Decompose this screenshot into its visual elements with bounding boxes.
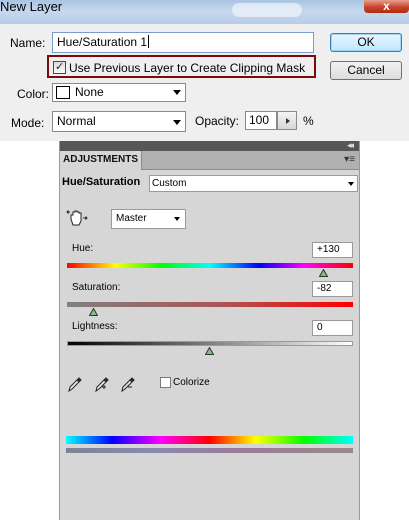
hue-slider-thumb[interactable] <box>319 269 328 277</box>
panel-menu-icon[interactable]: ▾≡ <box>344 154 355 166</box>
lightness-label: Lightness: <box>72 321 118 332</box>
clipping-mask-label[interactable]: Use Previous Layer to Create Clipping Ma… <box>69 61 305 75</box>
saturation-slider-track[interactable] <box>67 302 353 307</box>
titlebar-glow <box>232 3 302 17</box>
color-select[interactable]: None <box>52 83 186 102</box>
color-label: Color: <box>17 87 50 101</box>
eyedropper-plus-icon[interactable] <box>93 375 111 393</box>
ok-button-label: OK <box>357 35 375 49</box>
preset-select[interactable]: Custom <box>149 175 358 192</box>
close-icon: x <box>383 0 390 13</box>
lightness-input[interactable]: 0 <box>312 320 353 336</box>
clipping-mask-checkbox[interactable]: ✓ <box>53 61 66 74</box>
adjustments-panel: ◂◂ ADJUSTMENTS ▾≡ Hue/Saturation Custom … <box>59 139 360 520</box>
checkmark-icon: ✓ <box>55 61 65 73</box>
hue-value: +130 <box>317 244 340 255</box>
mode-label: Mode: <box>11 116 45 130</box>
eyedropper-minus-icon[interactable] <box>119 375 137 393</box>
layer-name-value: Hue/Saturation 1 <box>57 35 148 49</box>
opacity-slider-button[interactable] <box>277 111 297 130</box>
layer-name-input[interactable]: Hue/Saturation 1 <box>52 32 314 53</box>
color-select-value: None <box>75 85 104 99</box>
collapse-icon[interactable]: ◂◂ <box>347 139 354 151</box>
arrow-right-icon <box>286 118 290 124</box>
input-color-bar <box>66 436 353 444</box>
chevron-down-icon <box>173 120 181 125</box>
eyedropper-icon[interactable] <box>66 375 84 393</box>
chevron-down-icon <box>173 90 181 95</box>
new-layer-dialog: New Layer x Name: Hue/Saturation 1 ✓ Use… <box>0 0 409 141</box>
opacity-label: Opacity: <box>195 114 240 128</box>
lightness-slider-thumb[interactable] <box>205 347 214 355</box>
hand-adjust-icon[interactable] <box>66 209 88 227</box>
panel-topbar: ◂◂ <box>60 139 359 151</box>
chevron-down-icon <box>174 217 180 221</box>
close-button[interactable]: x <box>364 0 409 13</box>
blend-mode-value: Normal <box>57 114 96 128</box>
dialog-titlebar[interactable]: New Layer x <box>0 0 409 24</box>
tab-adjustments[interactable]: ADJUSTMENTS <box>60 151 142 170</box>
blend-mode-select[interactable]: Normal <box>52 111 186 132</box>
chevron-down-icon <box>348 182 354 186</box>
opacity-value: 100 <box>249 113 270 127</box>
hue-label: Hue: <box>72 243 94 254</box>
preset-value: Custom <box>152 178 187 189</box>
panel-tab-row: ADJUSTMENTS ▾≡ <box>60 151 359 170</box>
ok-button[interactable]: OK <box>330 33 402 52</box>
hue-input[interactable]: +130 <box>312 242 353 258</box>
lightness-value: 0 <box>317 322 323 333</box>
cancel-button[interactable]: Cancel <box>330 61 402 80</box>
output-color-bar <box>66 448 353 453</box>
channel-value: Master <box>116 213 147 224</box>
saturation-slider-thumb[interactable] <box>89 308 98 316</box>
saturation-label: Saturation: <box>72 282 121 293</box>
text-caret <box>148 35 150 48</box>
opacity-unit: % <box>303 114 314 128</box>
name-label: Name: <box>10 36 46 50</box>
hue-slider-track[interactable] <box>67 263 353 268</box>
cancel-button-label: Cancel <box>347 63 385 77</box>
adjustment-name: Hue/Saturation <box>62 176 141 188</box>
opacity-input[interactable]: 100 <box>245 111 277 130</box>
channel-select[interactable]: Master <box>111 209 186 229</box>
saturation-value: -82 <box>317 283 332 294</box>
color-swatch-icon <box>56 86 70 99</box>
lightness-slider-track[interactable] <box>67 341 353 346</box>
colorize-label[interactable]: Colorize <box>173 377 210 389</box>
dialog-title: New Layer <box>0 0 63 14</box>
colorize-checkbox[interactable] <box>160 377 171 388</box>
saturation-input[interactable]: -82 <box>312 281 353 297</box>
